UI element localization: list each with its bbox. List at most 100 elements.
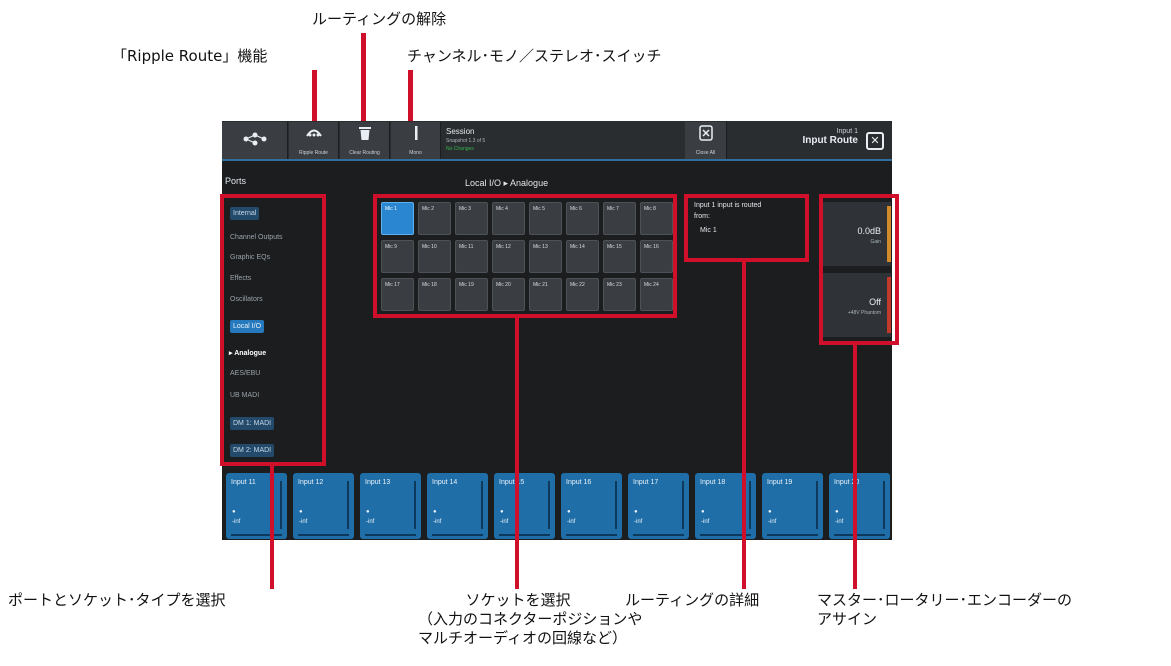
channel-strip-name: Input 14 [432,479,458,486]
channel-strip-level: -inf [701,519,710,525]
level-meter [749,481,751,529]
close-all-icon [685,125,726,146]
pan-bar [231,534,282,536]
pan-bar [298,534,349,536]
solo-dot-icon: ● [835,509,839,515]
channel-strip[interactable]: Input 16 ● -inf [561,473,622,539]
pan-bar [834,534,885,536]
close-icon[interactable]: ✕ [866,132,884,150]
routing-home-button[interactable] [222,122,288,159]
callout-ripple-route: 「Ripple Route」機能 [112,47,268,65]
solo-dot-icon: ● [299,509,303,515]
callout-line-encoder [853,343,857,589]
level-meter [548,481,550,529]
session-status: No Changes [446,146,474,152]
channel-strip[interactable]: Input 15 ● -inf [494,473,555,539]
callout-line-socket [515,318,519,589]
session-title: Session [446,127,475,136]
channel-strip-name: Input 16 [566,479,592,486]
callout-line-mono [408,70,413,121]
callout-line-clear [361,33,366,121]
channel-strip-name: Input 15 [499,479,525,486]
callout-line-ripple [312,70,317,121]
callout-select-socket: ソケットを選択 （入力のコネクターポジションや マルチオーディオの回線など） [418,591,643,648]
clear-routing-button[interactable]: Clear Routing [340,122,390,159]
channel-strip-level: -inf [634,519,643,525]
ports-heading: Ports [225,176,247,186]
ripple-route-label: Ripple Route [299,150,328,156]
channel-strip[interactable]: Input 12 ● -inf [293,473,354,539]
session-subtitle: Snapshot 1.3 of 5 [446,138,486,144]
pan-bar [365,534,416,536]
level-meter [816,481,818,529]
solo-dot-icon: ● [701,509,705,515]
solo-dot-icon: ● [500,509,504,515]
level-meter [682,481,684,529]
channel-strip-name: Input 13 [365,479,391,486]
close-all-button[interactable]: Close All [685,122,727,159]
solo-dot-icon: ● [366,509,370,515]
channel-strip-name: Input 11 [231,479,256,486]
channel-strip[interactable]: Input 13 ● -inf [360,473,421,539]
callout-clear-routing: ルーティングの解除 [312,10,447,28]
channel-strip[interactable]: Input 20 ● -inf [829,473,890,539]
pan-bar [499,534,550,536]
channel-strip[interactable]: Input 11 ● -inf [226,473,287,539]
callout-mono-stereo: チャンネル･モノ／ステレオ･スイッチ [407,47,662,65]
callout-line-port [270,465,274,589]
channel-strip-level: -inf [232,519,241,525]
channel-strip-level: -inf [366,519,375,525]
mono-stereo-button[interactable]: Mono [391,122,441,159]
top-toolbar: Ripple Route Clear Routing Mono Session … [222,121,892,161]
pan-bar [566,534,617,536]
solo-dot-icon: ● [567,509,571,515]
session-info: Session Snapshot 1.3 of 5 No Changes [444,122,684,159]
route-title: Input 1 Input Route [802,128,858,146]
input-number: Input 1 [836,128,858,135]
channel-strip[interactable]: Input 18 ● -inf [695,473,756,539]
ripple-route-button[interactable]: Ripple Route [289,122,339,159]
level-meter [280,481,282,529]
channel-strip-name: Input 19 [767,479,793,486]
pan-bar [633,534,684,536]
channel-strip[interactable]: Input 19 ● -inf [762,473,823,539]
mono-label: Mono [409,150,422,156]
channel-strip-level: -inf [768,519,777,525]
level-meter [414,481,416,529]
channel-strip-level: -inf [299,519,308,525]
pan-bar [432,534,483,536]
channel-strip-level: -inf [835,519,844,525]
channel-strip[interactable]: Input 17 ● -inf [628,473,689,539]
breadcrumb: Local I/O ▸ Analogue [465,178,549,188]
highlight-ports [220,194,326,466]
highlight-detail [684,194,809,262]
solo-dot-icon: ● [768,509,772,515]
highlight-sockets [373,194,677,318]
level-meter [883,481,885,529]
callout-encoder: マスター･ロータリー･エンコーダーの アサイン [817,591,1072,629]
callout-encoder-line1: マスター･ロータリー･エンコーダーの [817,591,1073,609]
channel-strip-name: Input 18 [700,479,726,486]
ripple-route-icon [289,125,338,144]
callout-select-port: ポートとソケット･タイプを選択 [8,591,226,609]
solo-dot-icon: ● [232,509,236,515]
channel-strip-level: -inf [500,519,509,525]
trash-icon [340,125,389,146]
level-meter [615,481,617,529]
solo-dot-icon: ● [433,509,437,515]
routing-icon [222,132,287,151]
level-meter [347,481,349,529]
channel-strip-level: -inf [433,519,442,525]
clear-routing-label: Clear Routing [349,150,380,156]
callout-encoder-line2: アサイン [817,610,878,628]
channel-strip-level: -inf [567,519,576,525]
highlight-encoders [819,194,899,345]
solo-dot-icon: ● [634,509,638,515]
channel-strip[interactable]: Input 14 ● -inf [427,473,488,539]
mono-icon [391,125,440,146]
callout-routing-detail: ルーティングの詳細 [625,591,760,609]
pan-bar [767,534,818,536]
callout-line-detail [742,261,746,589]
level-meter [481,481,483,529]
callout-select-socket-line2: （入力のコネクターポジションや [418,610,643,628]
